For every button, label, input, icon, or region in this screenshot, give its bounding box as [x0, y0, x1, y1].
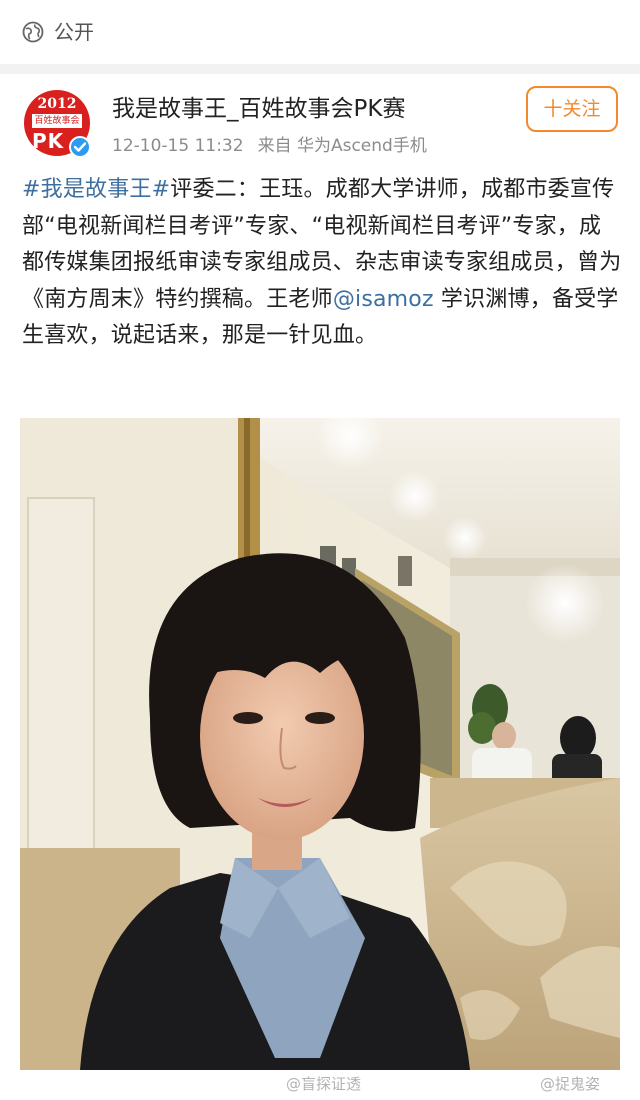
post-photo[interactable]: [20, 418, 620, 1070]
visibility-bar: 公开: [0, 0, 640, 64]
avatar-subtitle: 百姓故事会: [32, 114, 82, 128]
watermark-left: @盲探证透: [286, 1075, 362, 1093]
divider: [0, 64, 640, 74]
post-time: 12-10-15 11:32: [112, 136, 244, 156]
visibility-label: 公开: [54, 20, 94, 44]
follow-button[interactable]: 十关注: [526, 86, 618, 132]
watermark-bar: @盲探证透 @捉鬼姿: [0, 1072, 640, 1100]
post-source[interactable]: 来自 华为Ascend手机: [258, 136, 427, 156]
photo-illustration: [20, 418, 620, 1070]
post-text: #我是故事王#评委二：王珏。成都大学讲师，成都市委宣传部“电视新闻栏目考评”专家…: [22, 172, 622, 355]
mention-link[interactable]: @isamoz: [333, 287, 434, 312]
post-meta: 12-10-15 11:32 来自 华为Ascend手机: [112, 135, 441, 157]
hashtag-link[interactable]: #我是故事王#: [22, 177, 170, 202]
globe-icon: [22, 21, 44, 43]
avatar-letters: PK: [32, 129, 65, 153]
watermark-right: @捉鬼姿: [540, 1075, 601, 1093]
avatar-year: 2012: [37, 96, 77, 112]
verified-badge-icon: [69, 136, 91, 158]
author-name[interactable]: 我是故事王_百姓故事会PK赛: [112, 94, 405, 124]
